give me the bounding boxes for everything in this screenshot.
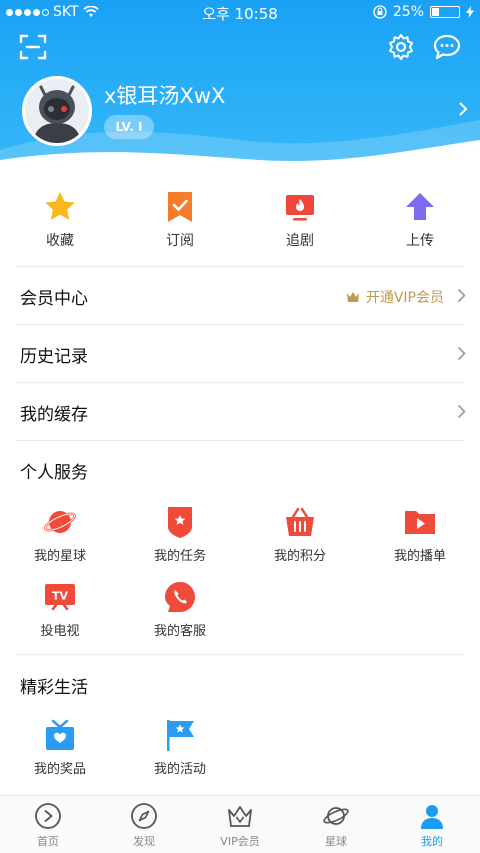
quick-actions: 收藏 订阅 追剧 上传	[0, 190, 480, 265]
crown-icon	[228, 806, 252, 827]
phone-service-icon	[165, 582, 195, 612]
nav-label: 发现	[133, 835, 155, 848]
divider	[16, 654, 464, 655]
quick-action-follow-series[interactable]: 追剧	[240, 190, 360, 265]
divider	[16, 382, 464, 383]
nav-label: 星球	[325, 835, 347, 848]
vip-crown-icon	[346, 292, 359, 302]
service-label: 我的积分	[273, 549, 326, 564]
personal-services-title: 个人服务	[20, 463, 88, 483]
member-center-label: 会员中心	[20, 289, 88, 309]
charging-icon	[466, 6, 474, 18]
planet-icon	[44, 511, 76, 533]
level-badge: LV. I	[104, 115, 154, 139]
gift-icon	[46, 719, 74, 750]
nav-discover[interactable]: 发现	[96, 796, 192, 853]
playlist-folder-icon	[405, 511, 435, 534]
vip-open-label: 开通VIP会员	[365, 290, 444, 306]
service-my-planet[interactable]: 我的星球	[0, 505, 120, 580]
life-label: 我的活动	[153, 762, 206, 777]
nav-vip[interactable]: VIP会员	[192, 796, 288, 853]
quick-action-favorites[interactable]: 收藏	[0, 190, 120, 265]
nav-planet[interactable]: 星球	[288, 796, 384, 853]
history-label: 历史记录	[20, 347, 88, 367]
vip-open-link[interactable]: 开通VIP会员	[346, 287, 444, 307]
home-play-icon	[35, 803, 61, 829]
wonderful-life-title: 精彩生活	[20, 678, 88, 698]
battery-percent: 25%	[392, 4, 424, 20]
quick-action-upload[interactable]: 上传	[360, 190, 480, 265]
quick-action-label: 上传	[406, 233, 434, 249]
compass-icon	[131, 803, 157, 829]
member-center-row[interactable]: 会员中心 开通VIP会员	[0, 268, 480, 324]
life-my-prizes[interactable]: 我的奖品	[0, 718, 120, 793]
personal-services-grid: 我的星球 我的任务 我的积分 我的播单 TV 投电视 我的客服	[0, 505, 480, 655]
rotation-lock-icon	[373, 5, 387, 19]
service-label: 我的任务	[153, 549, 206, 564]
robot-avatar-icon	[25, 79, 89, 143]
avatar[interactable]	[22, 76, 92, 146]
quick-action-label: 追剧	[286, 233, 314, 249]
cache-label: 我的缓存	[20, 405, 88, 425]
divider	[16, 324, 464, 325]
upload-arrow-icon	[406, 193, 434, 220]
tv-fire-icon	[286, 195, 314, 221]
history-row[interactable]: 历史记录	[0, 326, 480, 382]
quick-action-subscribe[interactable]: 订阅	[120, 190, 240, 265]
service-label: 我的星球	[33, 549, 86, 564]
basket-icon	[286, 507, 314, 536]
status-bar: SKT 오후 10:58 25%	[0, 0, 480, 24]
cache-row[interactable]: 我的缓存	[0, 384, 480, 440]
profile-header: SKT 오후 10:58 25% x银耳汤XwX LV. I	[0, 0, 480, 175]
scan-button[interactable]	[18, 32, 48, 62]
service-label: 我的播单	[393, 549, 446, 564]
service-my-playlist[interactable]: 我的播单	[360, 505, 480, 580]
chevron-right-icon	[457, 346, 466, 361]
quick-action-label: 订阅	[166, 233, 194, 249]
messages-button[interactable]	[432, 32, 462, 62]
bookmark-check-icon	[168, 192, 192, 222]
chevron-right-icon[interactable]	[458, 101, 468, 117]
svg-text:TV: TV	[52, 590, 69, 603]
battery-fill	[432, 8, 439, 16]
settings-button[interactable]	[386, 32, 416, 62]
quick-action-label: 收藏	[46, 233, 74, 249]
star-icon	[45, 192, 75, 220]
battery-icon	[430, 6, 460, 18]
service-my-tasks[interactable]: 我的任务	[120, 505, 240, 580]
task-shield-icon	[168, 507, 192, 538]
life-my-activities[interactable]: 我的活动	[120, 718, 240, 793]
person-icon	[421, 805, 443, 829]
nav-me[interactable]: 我的	[384, 796, 480, 853]
life-label: 我的奖品	[33, 762, 86, 777]
status-right: 25%	[373, 4, 474, 20]
service-label: 投电视	[40, 624, 80, 639]
chevron-right-icon	[457, 404, 466, 419]
nav-label: 我的	[421, 835, 443, 848]
tv-cast-icon: TV	[45, 584, 75, 611]
chevron-right-icon	[457, 288, 466, 303]
service-my-points[interactable]: 我的积分	[240, 505, 360, 580]
bottom-nav: 首页 发现 VIP会员 星球 我的	[0, 795, 480, 853]
divider	[16, 440, 464, 441]
scan-icon	[19, 34, 47, 60]
flag-icon	[167, 720, 194, 751]
planet-outline-icon	[323, 807, 349, 825]
service-label: 我的客服	[153, 624, 206, 639]
nav-label: 首页	[37, 835, 59, 848]
nav-home[interactable]: 首页	[0, 796, 96, 853]
chat-bubble-icon	[433, 34, 461, 60]
wonderful-life-grid: 我的奖品 我的活动	[0, 718, 480, 793]
gear-icon	[389, 34, 413, 60]
service-cast-tv[interactable]: TV 投电视	[0, 580, 120, 655]
nav-label: VIP会员	[220, 835, 260, 848]
username[interactable]: x银耳汤XwX	[104, 80, 225, 110]
service-customer-support[interactable]: 我的客服	[120, 580, 240, 655]
divider	[16, 266, 464, 267]
